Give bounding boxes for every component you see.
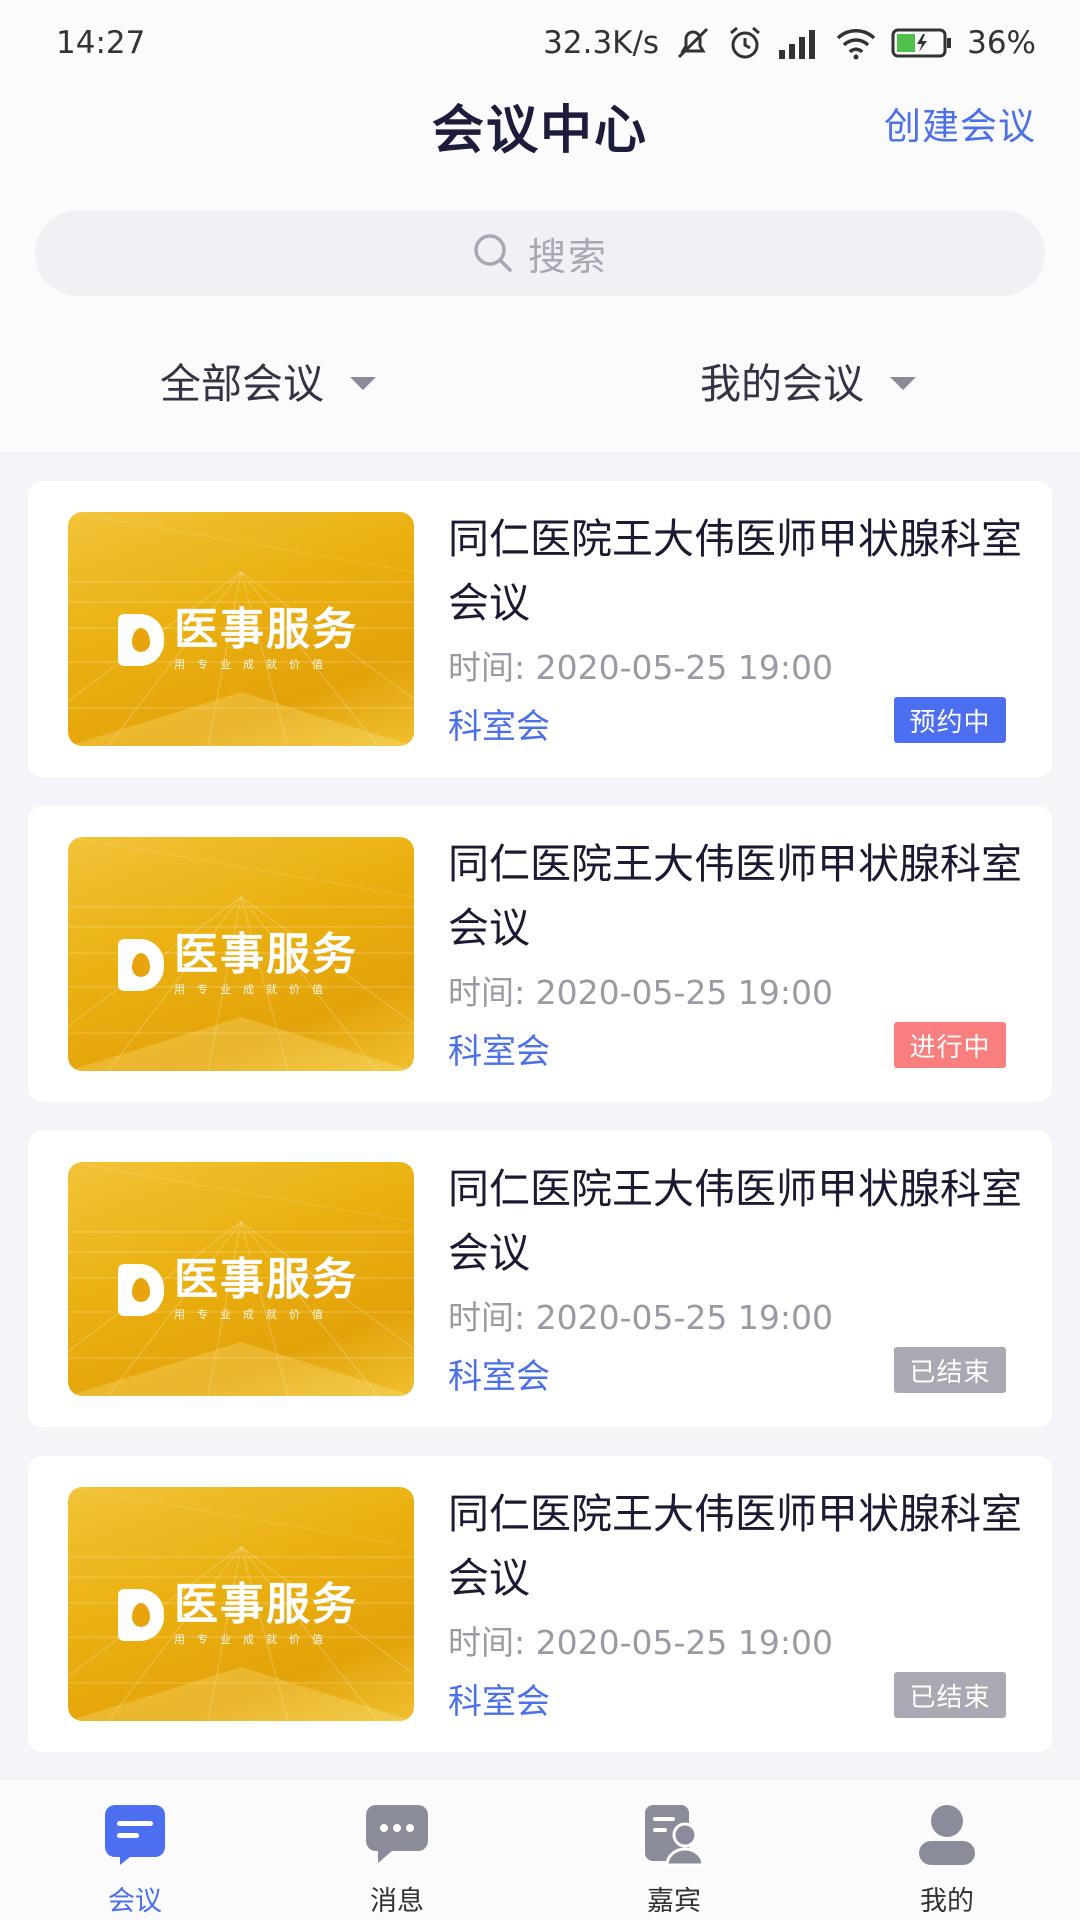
logo-text: 医事服务 — [174, 1579, 358, 1630]
logo-icon — [118, 1589, 164, 1641]
status-indicators: 32.3K/s 36% — [543, 25, 1036, 61]
tab-profile[interactable]: 我的 — [877, 1801, 1017, 1918]
meeting-list: 医事服务 用专业成就价值 同仁医院王大伟医师甲状腺科室会议 时间: 2020-0… — [28, 481, 1052, 1781]
meeting-category: 科室会 — [448, 1682, 550, 1722]
dropdown-caret-icon — [350, 376, 376, 390]
tab-message[interactable]: 消息 — [327, 1801, 467, 1918]
bottom-tab-bar: 会议 消息 嘉宾 我的 — [0, 1778, 1080, 1920]
meeting-title: 同仁医院王大伟医师甲状腺科室会议 — [448, 840, 1022, 952]
battery-icon — [891, 28, 952, 58]
filter-my-meetings[interactable]: 我的会议 — [700, 350, 916, 410]
meeting-card[interactable]: 医事服务 用专业成就价值 同仁医院王大伟医师甲状腺科室会议 时间: 2020-0… — [28, 806, 1052, 1102]
brand-logo: 医事服务 用专业成就价值 — [118, 933, 358, 997]
dropdown-caret-icon — [890, 376, 916, 390]
status-bar: 14:27 32.3K/s 36% — [0, 0, 1080, 86]
logo-slogan: 用专业成就价值 — [174, 1633, 335, 1646]
logo-slogan: 用专业成就价值 — [174, 983, 335, 996]
meeting-card[interactable]: 医事服务 用专业成就价值 同仁医院王大伟医师甲状腺科室会议 时间: 2020-0… — [28, 481, 1052, 777]
create-meeting-button[interactable]: 创建会议 — [884, 96, 1036, 150]
message-icon — [366, 1805, 428, 1863]
guest-icon — [645, 1805, 705, 1867]
logo-icon — [118, 1264, 164, 1316]
filter-all-meetings[interactable]: 全部会议 — [160, 350, 376, 410]
meeting-time: 时间: 2020-05-25 19:00 — [448, 648, 833, 687]
meeting-time: 时间: 2020-05-25 19:00 — [448, 1623, 833, 1662]
brand-logo: 医事服务 用专业成就价值 — [118, 1583, 358, 1647]
filter-label: 全部会议 — [160, 360, 324, 408]
meeting-card[interactable]: 医事服务 用专业成就价值 同仁医院王大伟医师甲状腺科室会议 时间: 2020-0… — [28, 1131, 1052, 1427]
meeting-thumbnail: 医事服务 用专业成就价值 — [68, 837, 414, 1071]
meeting-thumbnail: 医事服务 用专业成就价值 — [68, 1162, 414, 1396]
tab-label: 会议 — [108, 1886, 162, 1917]
status-badge: 预约中 — [894, 697, 1006, 743]
search-placeholder: 搜索 — [527, 234, 608, 279]
meeting-category: 科室会 — [448, 707, 550, 747]
status-badge: 已结束 — [894, 1347, 1006, 1393]
tab-guest[interactable]: 嘉宾 — [604, 1801, 744, 1918]
meeting-title: 同仁医院王大伟医师甲状腺科室会议 — [448, 1490, 1022, 1602]
logo-text: 医事服务 — [174, 929, 358, 980]
brand-logo: 医事服务 用专业成就价值 — [118, 608, 358, 672]
logo-icon — [118, 614, 164, 666]
signal-icon — [779, 30, 816, 59]
meeting-category: 科室会 — [448, 1032, 550, 1072]
logo-text: 医事服务 — [174, 604, 358, 655]
net-speed: 32.3K/s — [543, 25, 660, 61]
battery-level: 36% — [967, 25, 1036, 61]
alarm-icon — [730, 26, 761, 59]
logo-text: 医事服务 — [174, 1254, 358, 1305]
profile-icon — [919, 1805, 975, 1865]
meeting-category: 科室会 — [448, 1357, 550, 1397]
status-badge: 已结束 — [894, 1672, 1006, 1718]
meeting-time: 时间: 2020-05-25 19:00 — [448, 1298, 833, 1337]
filter-bar: 全部会议 我的会议 — [0, 350, 1080, 420]
status-time: 14:27 — [56, 25, 146, 61]
tab-label: 我的 — [920, 1886, 974, 1917]
filter-label: 我的会议 — [700, 360, 864, 408]
meeting-thumbnail: 医事服务 用专业成就价值 — [68, 512, 414, 746]
mute-icon — [678, 27, 709, 59]
logo-slogan: 用专业成就价值 — [174, 658, 335, 671]
tab-label: 消息 — [370, 1886, 424, 1917]
meeting-title: 同仁医院王大伟医师甲状腺科室会议 — [448, 1165, 1022, 1277]
brand-logo: 医事服务 用专业成就价值 — [118, 1258, 358, 1322]
meeting-title: 同仁医院王大伟医师甲状腺科室会议 — [448, 515, 1022, 627]
meeting-card[interactable]: 医事服务 用专业成就价值 同仁医院王大伟医师甲状腺科室会议 时间: 2020-0… — [28, 1456, 1052, 1752]
logo-slogan: 用专业成就价值 — [174, 1308, 335, 1321]
tab-meeting[interactable]: 会议 — [65, 1801, 205, 1918]
logo-icon — [118, 939, 164, 991]
tab-label: 嘉宾 — [647, 1886, 701, 1917]
meeting-icon — [105, 1805, 165, 1865]
status-badge: 进行中 — [894, 1022, 1006, 1068]
meeting-time: 时间: 2020-05-25 19:00 — [448, 973, 833, 1012]
search-input[interactable]: 搜索 — [35, 210, 1045, 296]
wifi-icon — [836, 29, 876, 60]
search-icon — [474, 234, 512, 272]
meeting-thumbnail: 医事服务 用专业成就价值 — [68, 1487, 414, 1721]
